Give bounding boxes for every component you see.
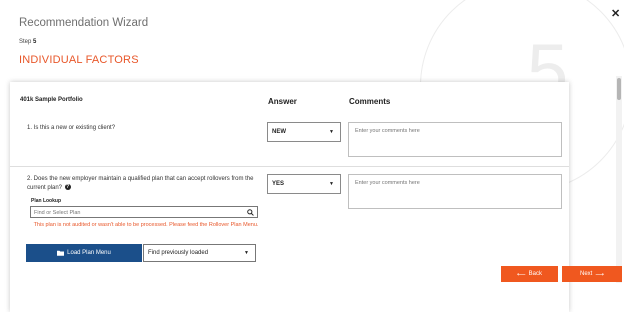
questions-card: 401k Sample Portfolio Answer Comments 1.… [10, 82, 569, 312]
step-label: Step [19, 39, 32, 45]
question-divider [10, 166, 569, 167]
chevron-down-icon: ▼ [329, 181, 334, 187]
folder-icon [57, 250, 65, 256]
scrollbar-thumb[interactable] [617, 78, 621, 100]
question-1-answer-select[interactable]: NEW ▼ [267, 122, 341, 142]
arrow-right-icon: ⟶ [595, 271, 604, 278]
next-button[interactable]: Next ⟶ [562, 266, 622, 282]
find-previously-loaded-select[interactable]: Find previously loaded ▼ [143, 244, 256, 262]
section-title: INDIVIDUAL FACTORS [19, 54, 139, 66]
back-label: Back [528, 271, 542, 277]
step-indicator: Step 5 [19, 39, 36, 45]
close-icon[interactable]: ✕ [611, 7, 620, 20]
find-previously-loaded-value: Find previously loaded [148, 250, 209, 256]
chevron-down-icon: ▼ [329, 129, 334, 135]
back-button[interactable]: ⟵ Back [501, 266, 558, 282]
plan-lookup-input[interactable] [34, 208, 234, 217]
next-label: Next [580, 271, 593, 277]
plan-warning-message: This plan is not audited or wasn't able … [33, 222, 259, 228]
arrow-left-icon: ⟵ [517, 271, 526, 278]
question-2-answer-select[interactable]: YES ▼ [267, 174, 341, 194]
load-plan-menu-button[interactable]: Load Plan Menu [26, 244, 142, 262]
load-plan-menu-label: Load Plan Menu [67, 250, 111, 256]
wizard-title: Recommendation Wizard [19, 17, 149, 29]
question-2-text: 2. Does the new employer maintain a qual… [27, 175, 262, 192]
question-1-text: 1. Is this a new or existing client? [27, 125, 116, 131]
search-icon[interactable] [247, 209, 254, 216]
question-2-comment-field[interactable] [348, 174, 562, 209]
scrollbar-track[interactable] [616, 76, 622, 283]
question-1-comment-field[interactable] [348, 122, 562, 157]
chevron-down-icon: ▼ [244, 250, 249, 256]
plan-lookup-label: Plan Lookup [31, 198, 61, 204]
portfolio-header: 401k Sample Portfolio [20, 97, 83, 103]
answer-header: Answer [268, 97, 297, 106]
comments-header: Comments [349, 97, 391, 106]
plan-lookup-box [30, 206, 258, 218]
question-2-answer-value: YES [272, 181, 285, 187]
question-1-answer-value: NEW [272, 129, 286, 135]
help-icon[interactable]: ? [64, 183, 71, 190]
step-number: 5 [33, 39, 37, 45]
question-2-label: 2. Does the new employer maintain a qual… [27, 176, 254, 191]
